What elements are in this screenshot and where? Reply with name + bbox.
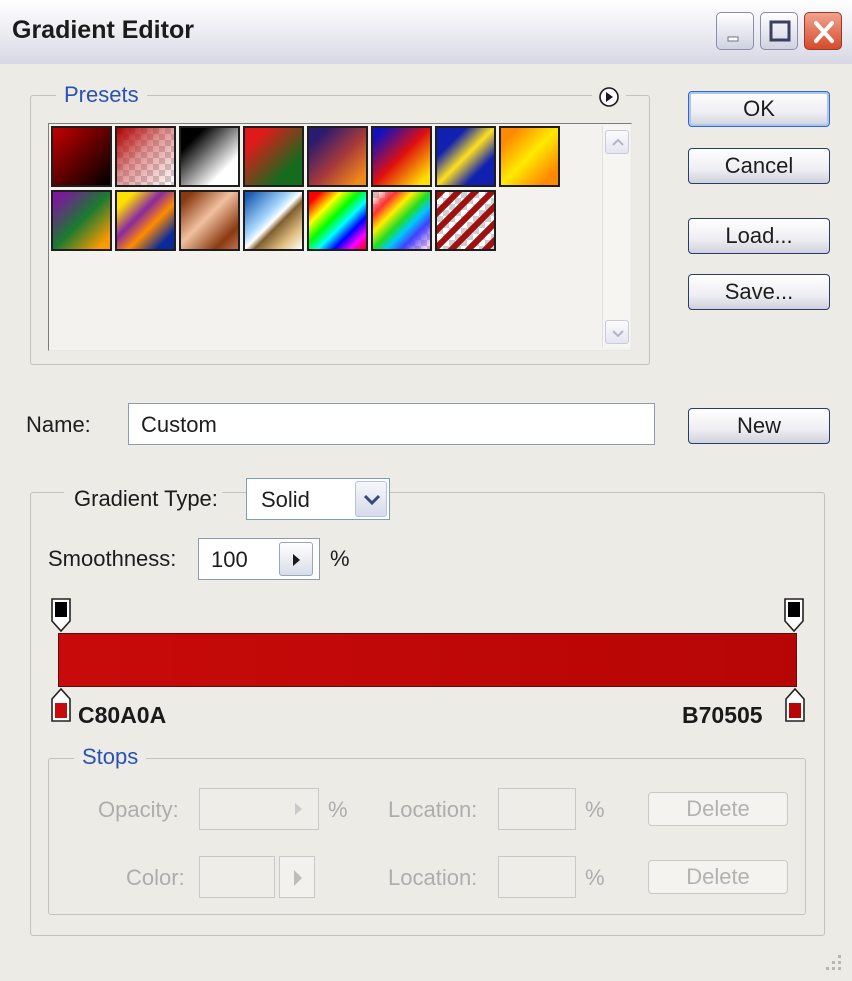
new-button[interactable]: New: [688, 408, 830, 444]
preset-swatch-blue-yellow-blue[interactable]: [435, 126, 496, 187]
name-input[interactable]: Custom: [128, 403, 655, 445]
opacity-location-label: Location:: [388, 797, 478, 822]
gradient-preview-bar[interactable]: [58, 633, 797, 687]
color-label: Color:: [126, 865, 185, 890]
preset-swatch-violet-orange[interactable]: [307, 126, 368, 187]
triangle-right-icon: [293, 554, 300, 566]
title-bar[interactable]: Gradient Editor: [0, 0, 852, 64]
maximize-button[interactable]: [760, 12, 798, 50]
presets-menu-button[interactable]: [592, 86, 626, 114]
gradient-type-select[interactable]: Solid: [246, 478, 390, 520]
opacity-location-unit: %: [585, 797, 605, 822]
opacity-input[interactable]: [199, 788, 319, 830]
preset-swatch-foreground-to-background[interactable]: [51, 126, 112, 187]
close-icon: [814, 21, 834, 43]
opacity-location-input[interactable]: [498, 788, 576, 830]
circle-arrow-icon: [599, 87, 619, 107]
preset-swatch-spectrum[interactable]: [307, 190, 368, 251]
right-stop-hex: B70505: [682, 702, 763, 728]
gradient-editor-window: Gradient Editor Presets OK Cancel Load..…: [0, 0, 852, 981]
cancel-button[interactable]: Cancel: [688, 148, 830, 184]
minimize-button[interactable]: [716, 12, 754, 50]
opacity-stop-right[interactable]: [783, 597, 805, 633]
chevron-up-icon: [612, 138, 624, 146]
preset-swatch-chrome[interactable]: [243, 190, 304, 251]
ok-button[interactable]: OK: [688, 91, 830, 127]
preset-swatch-copper[interactable]: [179, 190, 240, 251]
smoothness-label: Smoothness:: [48, 546, 177, 571]
triangle-right-icon: [295, 803, 302, 815]
opacity-unit: %: [328, 797, 348, 822]
scroll-down-button[interactable]: [605, 320, 629, 344]
preset-swatch-red-green[interactable]: [243, 126, 304, 187]
preset-swatch-transparent-stripes[interactable]: [435, 190, 496, 251]
opacity-stop-left[interactable]: [50, 597, 72, 633]
smoothness-input[interactable]: 100: [198, 538, 320, 580]
chevron-down-icon: [363, 494, 381, 506]
scroll-up-button[interactable]: [605, 130, 629, 154]
color-location-label: Location:: [388, 865, 478, 890]
gradient-type-value: Solid: [261, 487, 310, 512]
preset-swatch-foreground-to-transparent[interactable]: [115, 126, 176, 187]
smoothness-value: 100: [211, 547, 248, 572]
preset-swatch-transparent-rainbow[interactable]: [371, 190, 432, 251]
gradient-type-label: Gradient Type:: [64, 486, 222, 512]
left-stop-hex: C80A0A: [78, 702, 167, 728]
name-input-value: Custom: [141, 412, 217, 437]
delete-opacity-stop-button[interactable]: Delete: [648, 792, 788, 826]
color-menu-button[interactable]: [279, 856, 315, 898]
chevron-down-icon: [612, 330, 624, 338]
color-stop-right[interactable]: [784, 687, 806, 723]
smoothness-slider-button[interactable]: [279, 542, 313, 576]
preset-swatch-black-white[interactable]: [179, 126, 240, 187]
opacity-label: Opacity:: [98, 797, 179, 822]
color-location-input[interactable]: [498, 856, 576, 898]
stops-legend: Stops: [74, 744, 147, 770]
load-button[interactable]: Load...: [688, 218, 830, 254]
preset-swatch-violet-green-orange[interactable]: [51, 190, 112, 251]
window-title: Gradient Editor: [12, 16, 194, 44]
maximize-icon: [769, 20, 791, 42]
color-swatch-field[interactable]: [199, 856, 275, 898]
presets-scrollbar[interactable]: [602, 126, 630, 348]
triangle-right-icon: [294, 870, 302, 886]
color-location-unit: %: [585, 865, 605, 890]
resize-grip-icon[interactable]: [820, 949, 844, 973]
dropdown-button[interactable]: [355, 481, 387, 517]
delete-color-stop-button[interactable]: Delete: [648, 860, 788, 894]
smoothness-unit: %: [330, 546, 350, 571]
preset-swatch-blue-red-yellow[interactable]: [371, 126, 432, 187]
preset-swatch-yellow-violet-orange-blue[interactable]: [115, 190, 176, 251]
presets-legend: Presets: [56, 82, 147, 108]
save-button[interactable]: Save...: [688, 274, 830, 310]
preset-swatch-orange-yellow-orange[interactable]: [499, 126, 560, 187]
name-label: Name:: [26, 412, 91, 437]
close-button[interactable]: [804, 12, 842, 50]
color-stop-left[interactable]: [50, 687, 72, 723]
minimize-icon: [727, 36, 739, 42]
presets-list[interactable]: [48, 123, 632, 351]
